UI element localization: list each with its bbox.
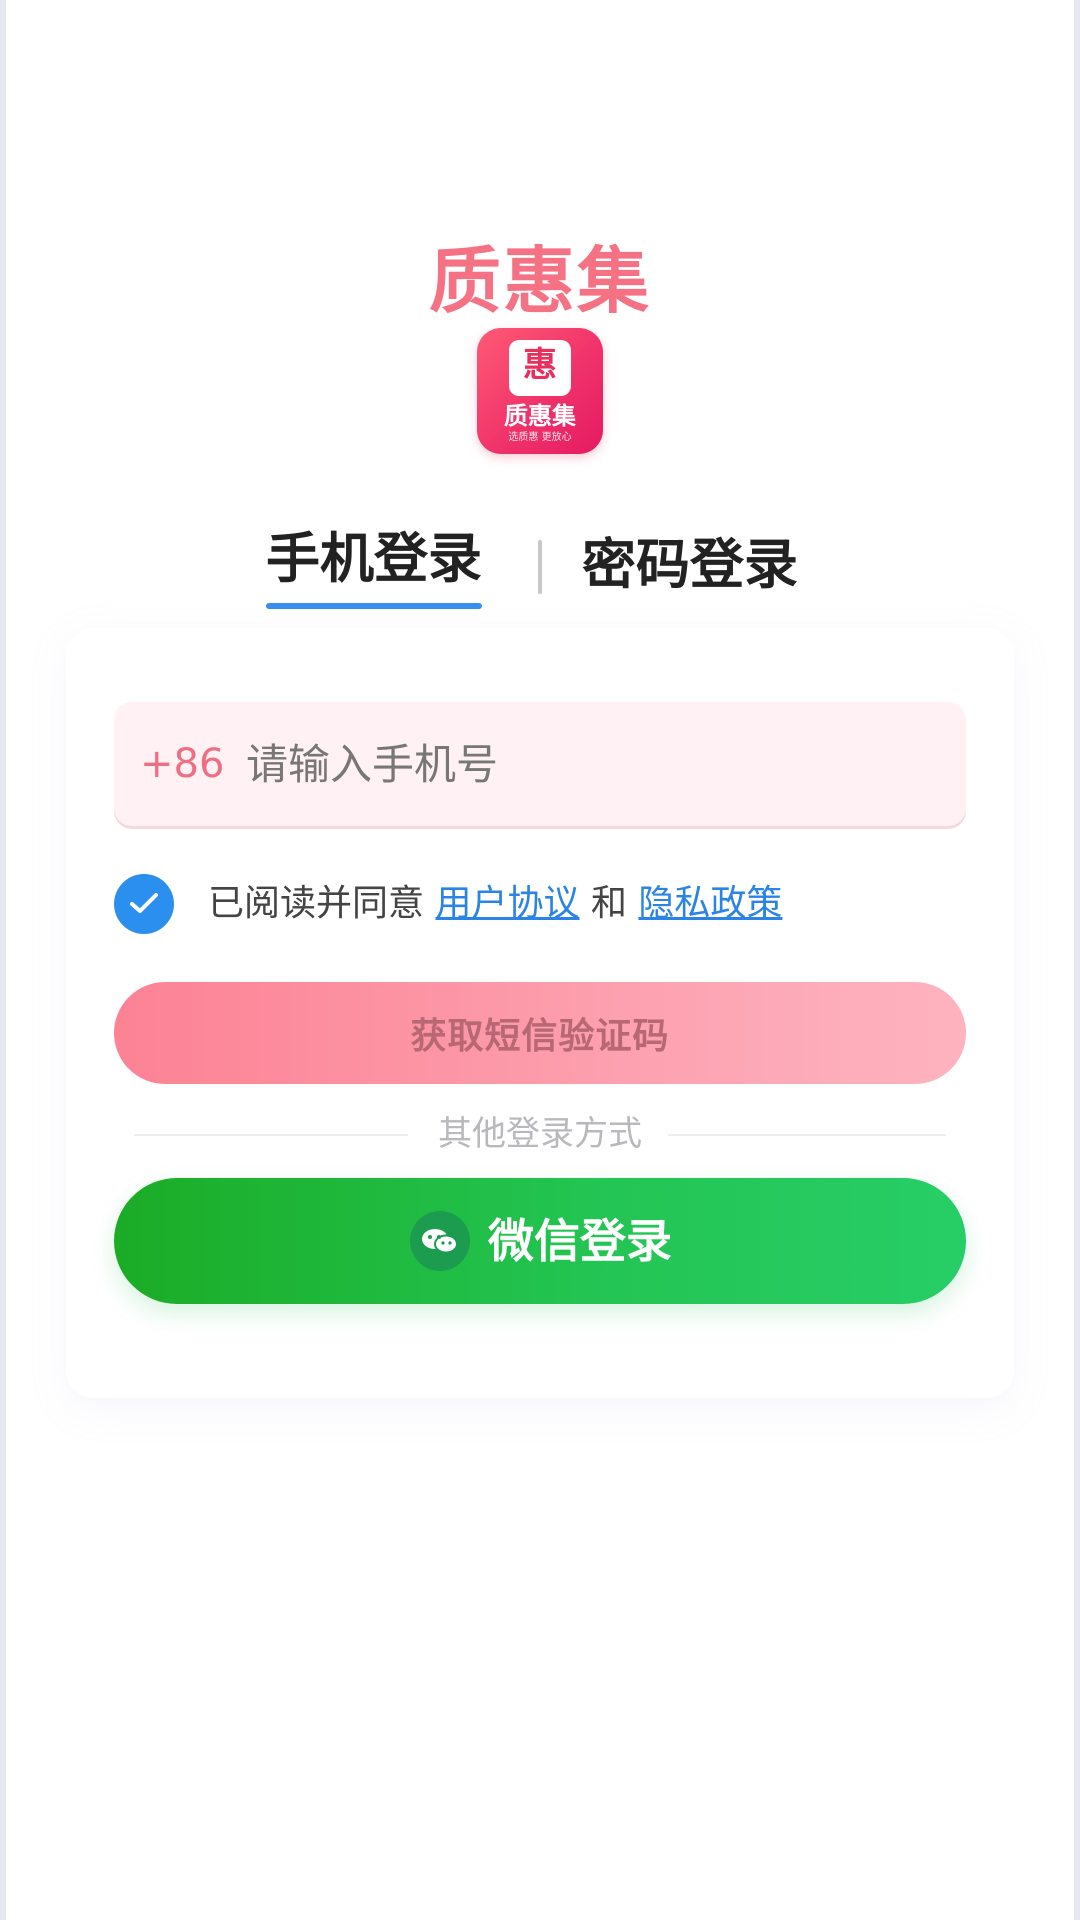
get-sms-code-button[interactable]: 获取短信验证码 [114,982,966,1084]
wechat-icon [410,1211,470,1271]
tab-divider [538,540,542,594]
app-name: 质惠集 [428,239,651,323]
tab-password-login[interactable]: 密码登录 [582,528,798,602]
login-card: +86 已阅读并同意 用户协议 和 隐私政策 获取短信验证码 其他登录方式 [66,628,1014,1398]
agreement-text: 已阅读并同意 用户协议 和 隐私政策 [208,874,782,934]
agreement-checkbox[interactable] [114,874,174,934]
country-code: +86 [140,741,225,787]
logo-name: 质惠集 [504,402,576,430]
privacy-policy-link[interactable]: 隐私政策 [638,883,782,924]
phone-field: +86 [114,702,966,826]
login-page: 质惠集 惠 质惠集 选质惠 更放心 手机登录 密码登录 +86 已阅读并同意 用… [6,0,1074,1920]
check-icon [130,893,158,913]
divider-line-right [668,1134,946,1136]
user-agreement-link[interactable]: 用户协议 [435,883,579,924]
tab-phone-login[interactable]: 手机登录 [266,522,482,609]
agreement-prefix: 已阅读并同意 [208,883,425,924]
login-tabs: 手机登录 密码登录 [6,522,1074,612]
logo-badge: 惠 [509,340,571,396]
other-login-divider: 其他登录方式 [134,1108,946,1160]
phone-input[interactable] [246,732,926,796]
wechat-login-button[interactable]: 微信登录 [114,1178,966,1304]
agreement-row: 已阅读并同意 用户协议 和 隐私政策 [114,874,974,934]
agreement-conjunction: 和 [590,883,627,924]
app-logo: 惠 质惠集 选质惠 更放心 [477,328,603,454]
logo-slogan: 选质惠 更放心 [508,432,572,443]
wechat-login-label: 微信登录 [488,1214,672,1268]
